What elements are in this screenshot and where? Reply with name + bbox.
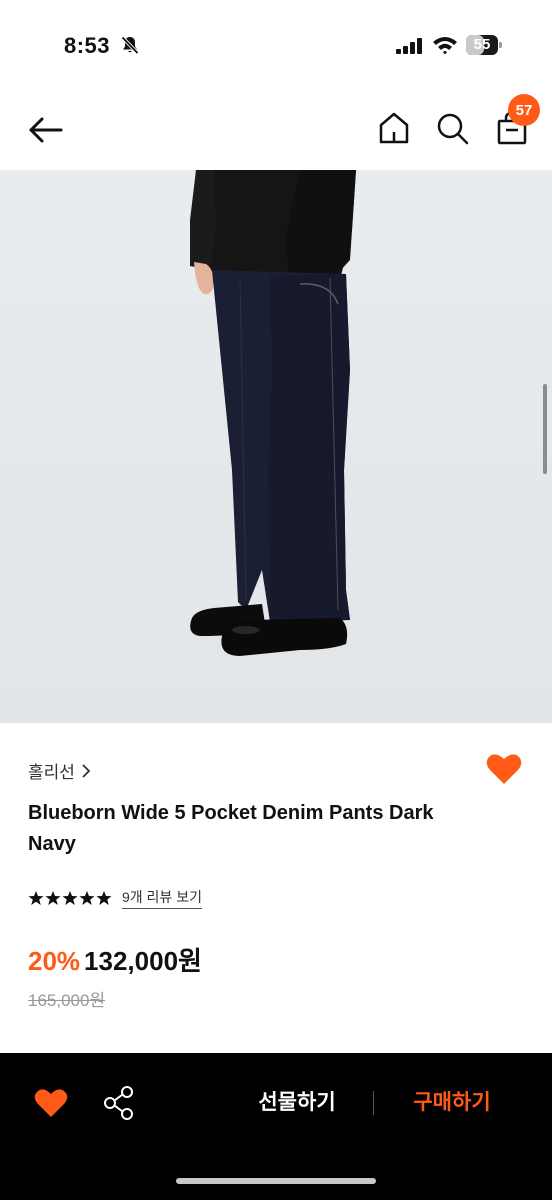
heart-icon[interactable]: [34, 1087, 68, 1119]
status-bar: 8:53 55: [0, 0, 552, 90]
rating-stars: [28, 890, 112, 906]
divider: [373, 1091, 374, 1115]
wishlist-heart-icon[interactable]: [486, 752, 522, 786]
star-icon: [79, 891, 95, 905]
product-title: Blueborn Wide 5 Pocket Denim Pants Dark …: [28, 802, 434, 855]
product-photo: [0, 170, 552, 723]
brand-link[interactable]: 홀리선: [28, 758, 91, 783]
star-icon: [28, 891, 44, 905]
wifi-icon: [433, 37, 457, 55]
scroll-indicator[interactable]: [543, 384, 547, 474]
bell-slash-icon: [121, 36, 139, 55]
original-price: 165,000원: [28, 991, 106, 1010]
sale-price: 132,000원: [84, 946, 202, 976]
battery-percent: 55: [473, 36, 491, 53]
gift-button[interactable]: 선물하기: [240, 1085, 354, 1121]
buy-button[interactable]: 구매하기: [396, 1085, 508, 1121]
back-arrow-icon[interactable]: [26, 110, 66, 150]
signal-icon: [396, 38, 422, 54]
discount-rate: 20%: [28, 946, 81, 976]
top-nav: 57: [0, 90, 552, 170]
brand-name: 홀리선: [28, 763, 75, 782]
cart-count-badge: 57: [508, 94, 540, 126]
home-icon[interactable]: [376, 110, 412, 146]
review-link[interactable]: 9개 리뷰 보기: [122, 887, 202, 909]
price-row: 20% 132,000원: [28, 941, 202, 978]
star-icon: [96, 891, 112, 905]
star-icon: [45, 891, 61, 905]
rating-row: 9개 리뷰 보기: [28, 887, 202, 909]
star-icon: [62, 891, 78, 905]
battery-tip: [499, 42, 502, 48]
search-icon[interactable]: [434, 110, 470, 146]
home-indicator: [176, 1178, 376, 1184]
share-icon[interactable]: [102, 1085, 136, 1121]
chevron-right-icon: [82, 763, 91, 778]
battery-indicator: 55: [466, 35, 502, 55]
product-image[interactable]: [0, 170, 552, 723]
status-time: 8:53: [64, 33, 111, 58]
